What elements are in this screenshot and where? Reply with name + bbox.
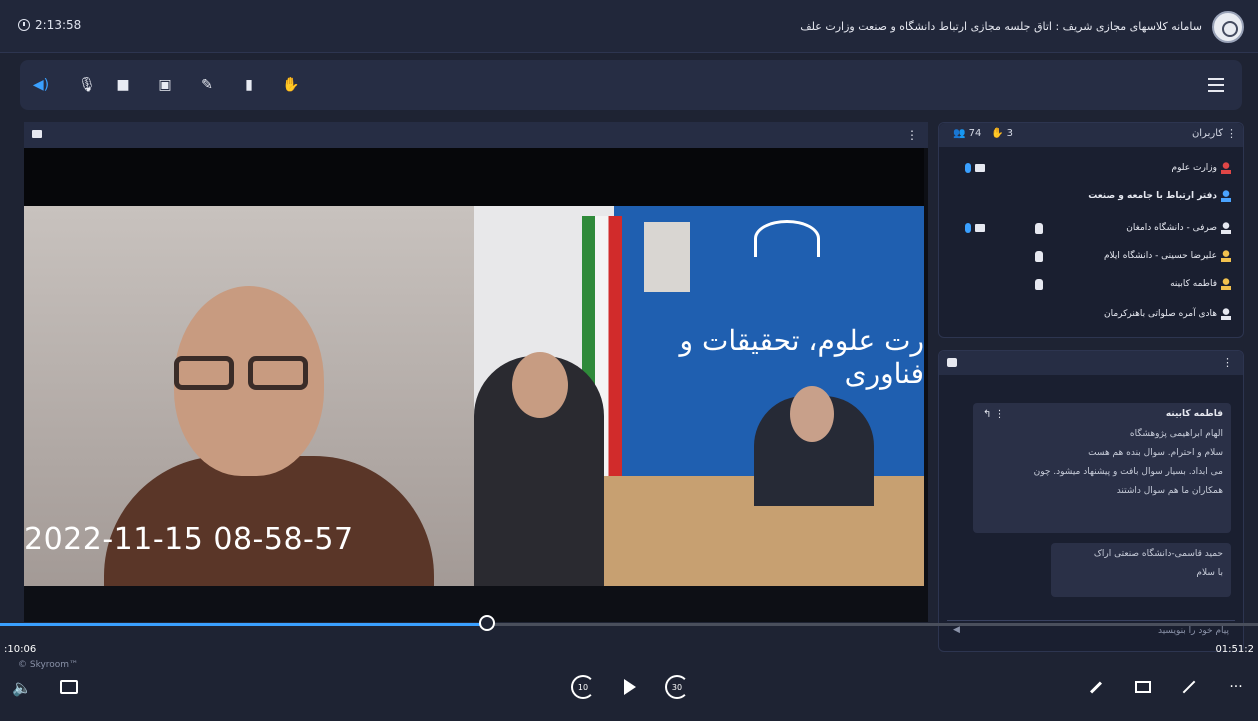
user-name: صرفی - دانشگاه دامغان (1126, 223, 1217, 233)
fullscreen-icon[interactable] (1178, 676, 1200, 698)
page-title: سامانه کلاسهای مجازی شریف : اتاق جلسه مج… (800, 20, 1202, 33)
annotate-icon[interactable] (1085, 676, 1107, 698)
speaker-icon[interactable]: ◀) (30, 74, 52, 96)
camera-on-icon (975, 164, 985, 172)
menu-icon[interactable] (1208, 78, 1224, 92)
user-list-item[interactable]: علیرضا حسینی - دانشگاه ایلام (949, 247, 1233, 267)
chat-options-icon[interactable]: ⋮ (1222, 356, 1233, 369)
user-name: علیرضا حسینی - دانشگاه ایلام (1103, 251, 1217, 261)
more-options-icon[interactable]: ··· (1224, 676, 1248, 698)
user-icon (1221, 250, 1231, 262)
user-list-item[interactable]: صرفی - دانشگاه دامغان (949, 219, 1233, 239)
users-panel-title: کاربران (1191, 128, 1223, 139)
user-name: دفتر ارتباط با جامعه و صنعت (1088, 191, 1217, 201)
users-panel-header: 👥 74 ✋ 3 کاربران ⋮ (939, 123, 1243, 147)
toolbar: ◀) 🎙 ■ ▣ ✎ ▮ ✋ (20, 60, 1242, 110)
timer-text: 2:13:58 (35, 18, 82, 32)
video-panel-header: ⋮ (24, 122, 928, 148)
user-list-item[interactable]: دفتر ارتباط با جامعه و صنعت (949, 187, 1233, 207)
video-options-icon[interactable]: ⋮ (906, 128, 918, 142)
user-icon (1221, 222, 1231, 234)
volume-icon[interactable]: 🔈 (12, 676, 32, 698)
raise-hand-icon[interactable]: ✋ (280, 74, 302, 96)
users-panel: 👥 74 ✋ 3 کاربران ⋮ وزارت علوم دفتر ارتباط… (938, 122, 1244, 338)
subtitles-icon[interactable] (58, 676, 80, 698)
forward-30-icon[interactable]: 30 (664, 675, 690, 699)
message-line: الهام ابراهیمی پژوهشگاه (1129, 429, 1223, 439)
chat-message: ⋮ ↰ فاطمه کابینه الهام ابراهیمی پژوهشگاه… (973, 403, 1231, 533)
users-options-icon[interactable]: ⋮ (1226, 127, 1237, 140)
video-letterbox (24, 148, 924, 206)
banner-text: رت علوم، تحقیقات و فناوری (679, 324, 924, 390)
raised-hands-count: ✋ 3 (991, 128, 1014, 139)
user-list-item[interactable]: هادی آمره صلواتی باهنرکرمان (949, 305, 1233, 325)
raised-hand-icon (1035, 279, 1043, 290)
user-name: هادی آمره صلواتی باهنرکرمان (1103, 309, 1217, 319)
picture-in-picture-icon[interactable] (1132, 676, 1154, 698)
reply-icon[interactable]: ⋮ ↰ (983, 409, 1005, 420)
camera-on-icon (975, 224, 985, 232)
participant-count: 👥 74 (953, 128, 982, 139)
clock-icon (18, 19, 30, 31)
camera-icon (32, 130, 42, 138)
player-watermark: © Skyroom™ (18, 660, 79, 670)
pen-icon[interactable]: ✎ (196, 74, 218, 96)
message-line: همکاران ما هم سوال داشتند (1116, 486, 1223, 496)
top-bar: 2:13:58 سامانه کلاسهای مجازی شریف : اتاق… (0, 0, 1258, 53)
seek-bar[interactable] (0, 615, 1258, 631)
rewind-10-icon[interactable]: 10 (570, 675, 596, 699)
user-icon (1221, 162, 1231, 174)
university-logo-icon (1212, 11, 1244, 43)
lock-icon[interactable]: ▮ (238, 74, 260, 96)
microphone-icon[interactable]: 🎙 (76, 74, 98, 96)
screen-share-icon[interactable]: ▣ (154, 74, 176, 96)
message-line: سلام و احترام. سوال بنده هم هست (1088, 448, 1223, 458)
emblem-icon (754, 220, 820, 257)
raised-hand-icon (1035, 251, 1043, 262)
user-icon (1221, 190, 1231, 202)
current-time: :10:06 (4, 644, 37, 655)
duration: 01:51:2 (1215, 644, 1254, 655)
play-icon[interactable] (620, 676, 640, 698)
message-author: فاطمه کابینه (1165, 409, 1223, 419)
mic-on-icon (965, 163, 971, 173)
recording-timestamp: 2022-11-15 08-58-57 (24, 522, 354, 557)
chat-message: حمید قاسمی-دانشگاه صنعتی اراک با سلام (1051, 543, 1231, 597)
chat-input-placeholder: پیام خود را بنویسید (1157, 626, 1229, 636)
seek-bar-fill (0, 623, 487, 626)
user-icon (1221, 278, 1231, 290)
webcam-right-meeting-room: رت علوم، تحقیقات و فناوری (474, 206, 924, 586)
user-list-item[interactable]: وزارت علوم (949, 159, 1233, 179)
mic-on-icon (965, 223, 971, 233)
user-name: وزارت علوم (1171, 163, 1217, 173)
chat-panel: ⋮ ⋮ ↰ فاطمه کابینه الهام ابراهیمی پژوهشگ… (938, 350, 1244, 652)
send-icon[interactable]: ◀ (953, 625, 960, 635)
user-icon (1221, 308, 1231, 320)
user-list-item[interactable]: فاطمه کابینه (949, 275, 1233, 295)
message-line: با سلام (1196, 568, 1223, 578)
camera-off-icon[interactable]: ■ (112, 74, 134, 96)
video-panel: ⋮ رت علوم، تحقیقات و فناوری 2022-11-15 0… (24, 122, 928, 622)
message-line: می ابداد. بسیار سوال بافت و پیشنهاد میشو… (1033, 467, 1223, 477)
chat-panel-header: ⋮ (939, 351, 1243, 375)
raised-hand-icon (1035, 223, 1043, 234)
seek-handle[interactable] (479, 615, 495, 631)
session-timer: 2:13:58 (18, 18, 81, 32)
message-line: حمید قاسمی-دانشگاه صنعتی اراک (1093, 549, 1223, 559)
chat-icon (947, 358, 957, 367)
user-name: فاطمه کابینه (1170, 279, 1217, 289)
